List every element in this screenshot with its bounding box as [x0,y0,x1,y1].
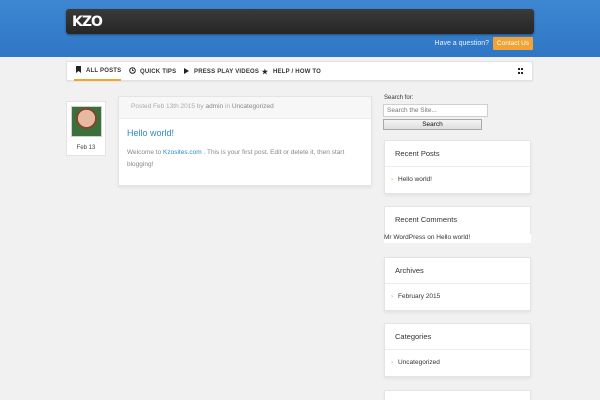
category-link[interactable]: Uncategorized [232,103,274,110]
post-body: Welcome to Kzosites.com . This is your f… [127,149,345,168]
post-card: Posted Feb 13th 2015 by admin in Uncateg… [118,96,372,186]
chevron-right-icon: › [391,294,393,300]
nav-help-how-to[interactable]: ★ HELP / HOW TO [261,62,321,81]
recent-comment[interactable]: Mr WordPress on Hello world! [384,234,531,243]
logo-text: KZO [72,13,103,30]
search-label: Search for: [384,95,414,101]
top-bar: KZO [66,9,534,34]
list-item[interactable]: › Uncategorized [385,350,530,376]
post-date: Feb 13 [76,145,96,151]
site-logo[interactable]: KZO [72,12,108,31]
nav-label: PRESS PLAY VIDEOS [194,68,260,75]
widget-title: Recent Posts [385,141,530,167]
author-link[interactable]: admin [205,103,223,110]
recent-posts-widget: Recent Posts › Hello world! [384,140,531,194]
chevron-right-icon: › [391,360,393,366]
contact-us-button[interactable]: Contact Us [493,37,533,50]
more-widget [384,390,531,400]
nav-label: HELP / HOW TO [273,68,322,75]
header-band: KZO Have a question? Contact Us [0,0,600,57]
widget-title: Archives [385,258,530,284]
list-item[interactable]: › Hello world! [385,167,530,193]
post-date-badge: Feb 13 [66,101,106,156]
recent-comments-title: Recent Comments [384,206,531,234]
nav-label: ALL POSTS [86,67,122,74]
nav-press-play-videos[interactable]: PRESS PLAY VIDEOS [182,62,259,81]
bookmark-icon [74,66,82,75]
post-meta: Posted Feb 13th 2015 by admin in Uncateg… [119,97,371,119]
nav-all-posts[interactable]: ALL POSTS [74,62,122,81]
main-nav: ALL POSTS QUICK TIPS PRESS PLAY VIDEOS ★… [66,61,533,81]
archives-widget: Archives › February 2015 [384,257,531,311]
play-icon [182,67,190,76]
kzosites-link[interactable]: Kzosites.com [163,149,202,156]
post-title[interactable]: Hello world! [127,128,174,138]
search-input[interactable] [383,104,488,117]
list-item[interactable]: › February 2015 [385,284,530,310]
star-icon: ★ [261,68,269,76]
question-text: Have a question? [434,40,489,47]
grid-icon[interactable] [518,68,524,74]
widget-title: Categories [385,324,530,350]
clock-icon [128,67,136,76]
chevron-right-icon: › [391,177,393,183]
nav-quick-tips[interactable]: QUICK TIPS [128,62,176,81]
search-button[interactable]: Search [383,119,482,130]
categories-widget: Categories › Uncategorized [384,323,531,377]
nav-label: QUICK TIPS [140,68,177,75]
